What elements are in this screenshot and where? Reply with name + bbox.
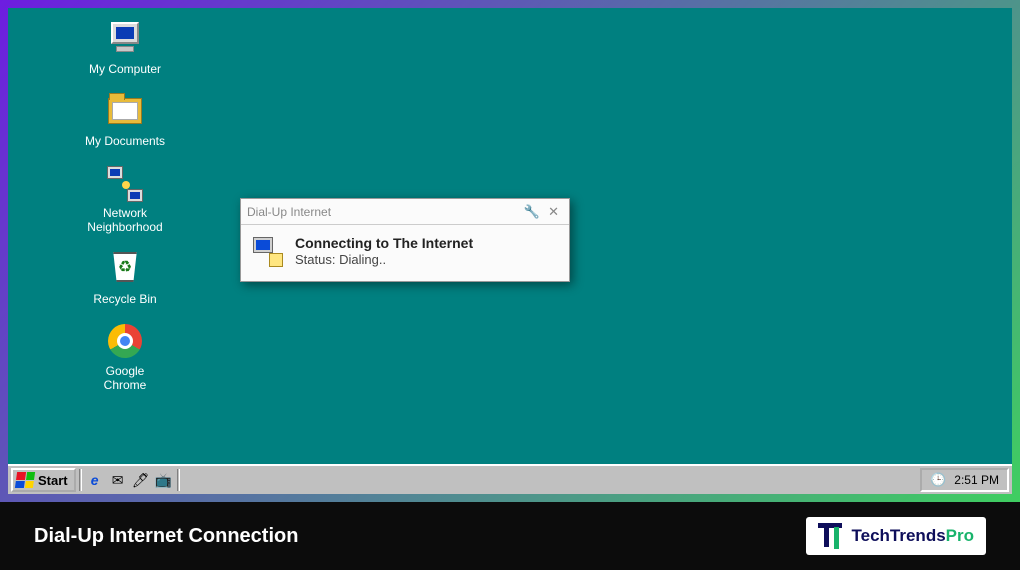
start-label: Start [38, 473, 68, 488]
folder-icon [107, 94, 143, 130]
dialup-icon [253, 237, 283, 267]
icon-label: Google Chrome [104, 364, 147, 392]
tray-scheduler-icon[interactable]: 🕒 [930, 472, 946, 488]
close-icon[interactable]: ✕ [544, 204, 563, 220]
dialog-body: Connecting to The Internet Status: Diali… [241, 225, 569, 281]
taskbar-divider [79, 469, 82, 491]
quicklaunch-outlook[interactable]: ✉ [108, 470, 128, 490]
dialog-heading: Connecting to The Internet [295, 235, 473, 251]
desktop-icon-google-chrome[interactable]: Google Chrome [60, 324, 190, 392]
network-icon [107, 166, 143, 202]
icon-label: My Computer [89, 62, 161, 76]
desktop[interactable]: My Computer My Documents Network Neighbo… [8, 8, 1012, 494]
dialog-status: Status: Dialing.. [295, 252, 473, 267]
icon-label: My Documents [85, 134, 165, 148]
recycle-bin-icon [107, 252, 143, 288]
icon-label: Network Neighborhood [87, 206, 162, 234]
status-value: Dialing.. [339, 252, 386, 267]
wrench-icon[interactable]: 🔧 [520, 204, 544, 220]
quicklaunch-channels[interactable]: 📺 [154, 470, 174, 490]
dialog-titlebar[interactable]: Dial-Up Internet 🔧 ✕ [241, 199, 569, 225]
brand-logo-icon [818, 523, 844, 549]
system-tray: 🕒 2:51 PM [920, 468, 1009, 492]
dialog-title-text: Dial-Up Internet [247, 205, 520, 219]
caption-text: Dial-Up Internet Connection [34, 525, 298, 548]
desktop-icon-recycle-bin[interactable]: Recycle Bin [60, 252, 190, 306]
quicklaunch-ie[interactable]: e [85, 470, 105, 490]
article-caption-bar: Dial-Up Internet Connection TechTrendsPr… [0, 502, 1020, 570]
dial-up-dialog: Dial-Up Internet 🔧 ✕ Connecting to The I… [240, 198, 570, 282]
quicklaunch-show-desktop[interactable]: 🖊 [131, 470, 151, 490]
chrome-icon [107, 324, 143, 360]
taskbar-divider [177, 469, 180, 491]
desktop-icon-my-documents[interactable]: My Documents [60, 94, 190, 148]
desktop-icons: My Computer My Documents Network Neighbo… [60, 22, 190, 410]
windows-logo-icon [15, 472, 35, 488]
desktop-icon-my-computer[interactable]: My Computer [60, 22, 190, 76]
status-label: Status: [295, 252, 335, 267]
icon-label: Recycle Bin [93, 292, 156, 306]
brand-badge: TechTrendsPro [806, 517, 987, 555]
start-button[interactable]: Start [11, 468, 76, 492]
computer-icon [107, 22, 143, 58]
taskbar: Start e ✉ 🖊 📺 🕒 2:51 PM [8, 464, 1012, 494]
clock[interactable]: 2:51 PM [954, 473, 999, 487]
brand-text: TechTrendsPro [852, 526, 975, 546]
quick-launch: e ✉ 🖊 📺 [85, 470, 174, 490]
desktop-icon-network-neighborhood[interactable]: Network Neighborhood [60, 166, 190, 234]
